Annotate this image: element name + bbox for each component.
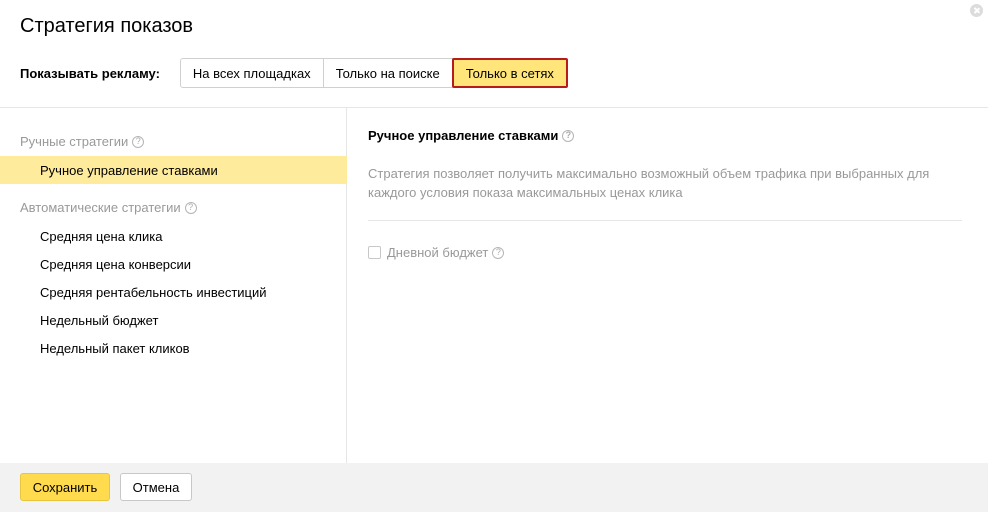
help-icon[interactable]: ? bbox=[492, 246, 505, 259]
help-icon[interactable]: ? bbox=[184, 201, 197, 214]
auto-strategies-label: Автоматические стратегии bbox=[20, 200, 181, 215]
close-icon[interactable] bbox=[970, 4, 983, 17]
details-divider bbox=[368, 220, 962, 221]
sidebar-item-weekly-clicks-package[interactable]: Недельный пакет кликов bbox=[0, 334, 347, 362]
sidebar-item-avg-roi[interactable]: Средняя рентабельность инвестиций bbox=[0, 278, 347, 306]
dialog-title: Стратегия показов bbox=[20, 15, 194, 37]
sidebar-item-weekly-budget[interactable]: Недельный бюджет bbox=[0, 306, 347, 334]
option-networks-only[interactable]: Только в сетях bbox=[451, 58, 568, 88]
placement-selector: На всех площадках Только на поиске Тольк… bbox=[179, 58, 568, 88]
option-all-placements[interactable]: На всех площадках bbox=[179, 58, 324, 88]
manual-strategies-group: Ручные стратегии ? bbox=[20, 134, 145, 149]
daily-budget-row: Дневной бюджет ? bbox=[368, 245, 505, 260]
help-icon[interactable]: ? bbox=[132, 135, 145, 148]
show-ads-row: Показывать рекламу: На всех площадках То… bbox=[20, 58, 568, 88]
sidebar-item-manual-bids[interactable]: Ручное управление ставками bbox=[0, 156, 347, 184]
manual-strategies-label: Ручные стратегии bbox=[20, 134, 129, 149]
sidebar-item-avg-click-price[interactable]: Средняя цена клика bbox=[0, 222, 347, 250]
save-button[interactable]: Сохранить bbox=[20, 473, 110, 501]
auto-strategies-group: Автоматические стратегии ? bbox=[20, 200, 197, 215]
option-search-only[interactable]: Только на поиске bbox=[322, 58, 453, 88]
strategy-heading: Ручное управление ставками ? bbox=[368, 128, 575, 143]
dialog-footer: Сохранить Отмена bbox=[0, 463, 988, 512]
cancel-button[interactable]: Отмена bbox=[120, 473, 192, 501]
show-ads-label: Показывать рекламу: bbox=[20, 65, 160, 81]
sidebar-item-avg-conversion-price[interactable]: Средняя цена конверсии bbox=[0, 250, 347, 278]
daily-budget-label: Дневной бюджет bbox=[387, 245, 489, 260]
daily-budget-checkbox[interactable] bbox=[368, 246, 381, 259]
help-icon[interactable]: ? bbox=[562, 129, 575, 142]
strategy-sidebar: Ручные стратегии ? Ручное управление ста… bbox=[0, 108, 347, 463]
strategy-description: Стратегия позволяет получить максимально… bbox=[368, 166, 930, 200]
strategy-heading-text: Ручное управление ставками bbox=[368, 128, 559, 143]
